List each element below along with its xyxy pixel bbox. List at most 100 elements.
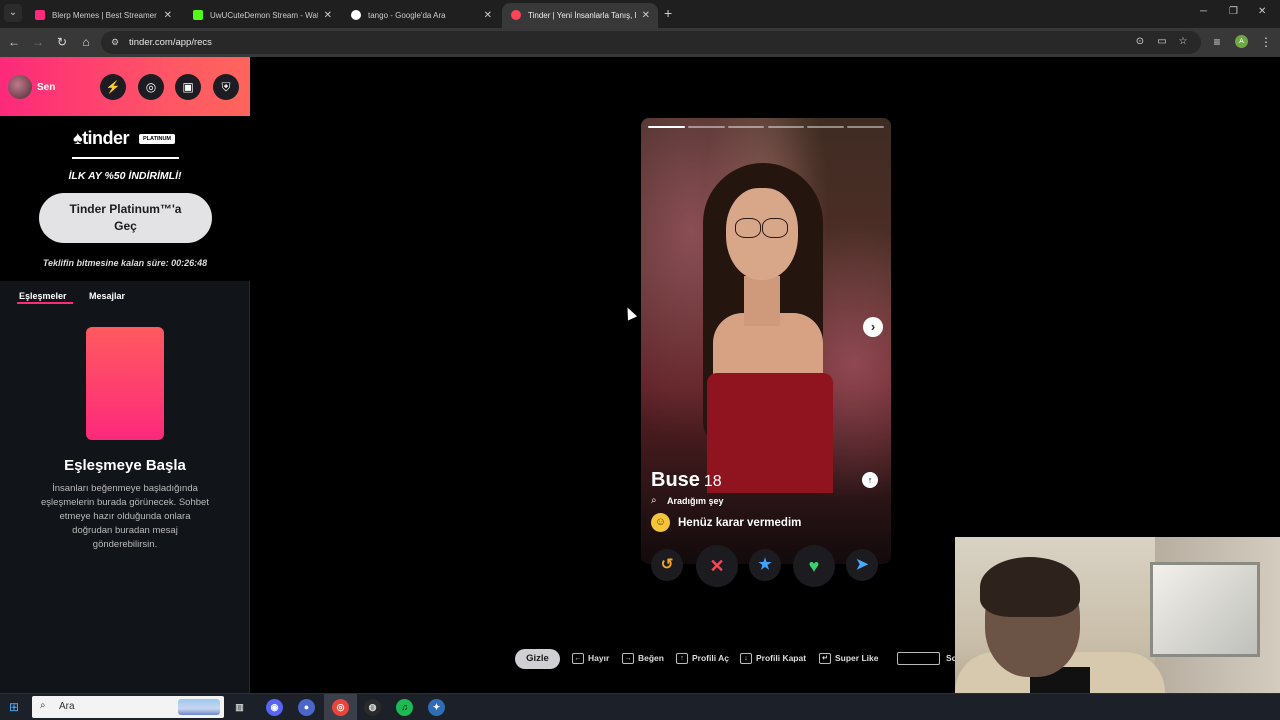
windows-start-icon[interactable]: ⊞ bbox=[9, 701, 22, 714]
hint-open-profile: ↑ Profili Aç bbox=[676, 653, 729, 665]
sidebar-header: Sen ⚡ ◎ ▣ ⛨ bbox=[0, 57, 250, 116]
browser-tab-blerp[interactable]: Blerp Memes | Best Streamer So ✕ bbox=[26, 3, 180, 28]
browser-toolbar: ← → ↻ ⌂ ⚙ tinder.com/app/recs ⊙ ▭ ☆ ≡ ⋮ bbox=[0, 28, 1280, 57]
active-tab-underline bbox=[17, 302, 73, 304]
profile-avatar[interactable]: A bbox=[1235, 35, 1248, 48]
tinder-logo: ♠tinder bbox=[73, 128, 130, 149]
keyboard-hints: Gizle ← Hayır → Beğen ↑ Profili Aç ↓ Profili… bbox=[515, 649, 957, 669]
photo-progress-segment[interactable] bbox=[648, 126, 685, 128]
windows-taskbar: ⊞ ⌕ Ara ▥ ◉ ● ◎ ◍ ♫ ✦ bbox=[0, 693, 1280, 720]
url-text[interactable]: tinder.com/app/recs bbox=[129, 31, 212, 54]
location-icon[interactable]: ⊙ bbox=[1134, 36, 1146, 48]
user-name[interactable]: Sen bbox=[37, 82, 55, 93]
empty-state-text: İnsanları beğenmeye başladığında eşleşme… bbox=[41, 483, 209, 550]
browser-tab-google[interactable]: tango - Google'da Ara ✕ bbox=[342, 3, 500, 28]
photo-glasses bbox=[735, 218, 761, 238]
looking-for-label: Aradığım şey bbox=[667, 496, 724, 506]
tab-close-icon[interactable]: ✕ bbox=[324, 3, 332, 28]
tab-matches[interactable]: Eşleşmeler bbox=[19, 291, 67, 301]
home-icon[interactable]: ⌂ bbox=[78, 34, 94, 50]
tab-title: tango - Google'da Ara bbox=[368, 11, 446, 20]
obs-icon[interactable]: ◍ bbox=[364, 699, 381, 716]
address-bar[interactable]: ⚙ tinder.com/app/recs ⊙ ▭ ☆ bbox=[101, 31, 1201, 54]
hint-label: Profili Aç bbox=[692, 653, 729, 663]
browser-tab-kick[interactable]: UwUCuteDemon Stream - Watc ✕ bbox=[184, 3, 340, 28]
search-icon: ⌕ bbox=[40, 700, 46, 711]
task-view-icon[interactable]: ▥ bbox=[231, 699, 248, 716]
app-icon[interactable]: ✦ bbox=[428, 699, 445, 716]
hint-label: Hayır bbox=[588, 653, 610, 663]
open-profile-icon[interactable]: ↑ bbox=[862, 472, 878, 488]
photo-progress-segment[interactable] bbox=[807, 126, 845, 128]
photo-neck bbox=[744, 276, 780, 326]
photo-progress-segment[interactable] bbox=[687, 126, 725, 128]
close-window-icon[interactable]: ✕ bbox=[1258, 6, 1266, 17]
hint-label: Profili Kapat bbox=[756, 653, 807, 663]
tab-search-button[interactable]: ⌄ bbox=[4, 4, 22, 22]
boost-icon[interactable]: ⚡ bbox=[100, 74, 126, 100]
hint-label: Beğen bbox=[638, 653, 664, 663]
photo-progress-segment[interactable] bbox=[847, 126, 884, 128]
tinder-favicon-icon bbox=[511, 10, 521, 20]
spotify-icon[interactable]: ♫ bbox=[396, 699, 413, 716]
shield-icon[interactable]: ⛨ bbox=[213, 74, 239, 100]
briefcase-icon[interactable]: ▣ bbox=[175, 74, 201, 100]
nope-button[interactable]: ✕ bbox=[696, 545, 738, 587]
platinum-badge: PLATINUM bbox=[139, 134, 176, 144]
upgrade-label-line1: Tinder Platinum™'a bbox=[69, 202, 182, 216]
left-arrow-key-icon: ← bbox=[572, 653, 584, 665]
profile-age: 18 bbox=[703, 473, 722, 490]
space-key-icon bbox=[897, 652, 940, 665]
up-arrow-key-icon: ↑ bbox=[676, 653, 688, 665]
tab-close-icon[interactable]: ✕ bbox=[484, 3, 492, 28]
tab-close-icon[interactable]: ✕ bbox=[164, 3, 172, 28]
minimize-icon[interactable]: ─ bbox=[1200, 6, 1207, 17]
tab-messages[interactable]: Mesajlar bbox=[89, 291, 125, 301]
superlike-button[interactable]: ★ bbox=[749, 549, 781, 581]
hint-label: Super Like bbox=[835, 653, 879, 663]
boost-button[interactable]: ➤ bbox=[846, 549, 878, 581]
sidebar-tabs: Eşleşmeler Mesajlar bbox=[0, 281, 250, 317]
browser-tab-bar: ⌄ Blerp Memes | Best Streamer So ✕ UwUCu… bbox=[0, 0, 1280, 28]
like-button[interactable]: ♥ bbox=[793, 545, 835, 587]
thinking-emoji-icon: ☺ bbox=[651, 513, 670, 532]
new-tab-icon[interactable]: + bbox=[664, 5, 672, 21]
site-info-icon[interactable]: ⚙ bbox=[111, 37, 121, 47]
search-placeholder: Ara bbox=[59, 701, 75, 712]
rewind-button[interactable]: ↺ bbox=[651, 549, 683, 581]
user-avatar[interactable] bbox=[8, 75, 32, 99]
chrome-icon[interactable]: ◎ bbox=[332, 699, 349, 716]
profile-name: Buse bbox=[651, 469, 700, 491]
photo-progress-segment[interactable] bbox=[727, 126, 765, 128]
hint-close-profile: ↓ Profili Kapat bbox=[740, 653, 807, 665]
forward-icon[interactable]: → bbox=[30, 34, 46, 50]
bookmark-star-icon[interactable]: ☆ bbox=[1177, 36, 1189, 48]
down-arrow-key-icon: ↓ bbox=[740, 653, 752, 665]
browser-tab-tinder[interactable]: Tinder | Yeni İnsanlarla Tanış, Bu ✕ bbox=[502, 3, 658, 28]
webcam-window bbox=[1150, 562, 1260, 657]
taskbar-search[interactable]: ⌕ Ara bbox=[32, 696, 224, 718]
profile-card[interactable]: › Buse 18 ↑ ⌕ Aradığım şey ☺ Henüz karar … bbox=[641, 118, 891, 564]
back-icon[interactable]: ← bbox=[6, 34, 22, 50]
google-favicon-icon bbox=[351, 10, 361, 20]
media-controls-icon[interactable]: ≡ bbox=[1209, 34, 1225, 50]
photo-progress-segment[interactable] bbox=[767, 126, 805, 128]
next-photo-chevron-icon[interactable]: › bbox=[863, 317, 883, 337]
explore-compass-icon[interactable]: ◎ bbox=[138, 74, 164, 100]
upgrade-platinum-button[interactable]: Tinder Platinum™'a Geç bbox=[39, 193, 212, 243]
search-highlight-image bbox=[178, 699, 220, 715]
restore-icon[interactable]: ❐ bbox=[1229, 6, 1238, 17]
webcam-person-hair bbox=[980, 557, 1080, 617]
offer-text: İLK AY %50 İNDİRİMLİ! bbox=[68, 170, 182, 182]
tab-close-icon[interactable]: ✕ bbox=[642, 3, 650, 28]
discord-icon[interactable]: ◉ bbox=[266, 699, 283, 716]
hide-hints-button[interactable]: Gizle bbox=[515, 649, 560, 669]
tab-title: Tinder | Yeni İnsanlarla Tanış, Bu bbox=[528, 11, 636, 20]
install-app-icon[interactable]: ▭ bbox=[1156, 36, 1168, 48]
reload-icon[interactable]: ↻ bbox=[54, 34, 70, 50]
menu-kebab-icon[interactable]: ⋮ bbox=[1258, 34, 1274, 50]
kick-favicon-icon bbox=[193, 10, 203, 20]
logo-text: tinder bbox=[82, 128, 130, 148]
logo-divider bbox=[72, 157, 179, 159]
app-icon[interactable]: ● bbox=[298, 699, 315, 716]
